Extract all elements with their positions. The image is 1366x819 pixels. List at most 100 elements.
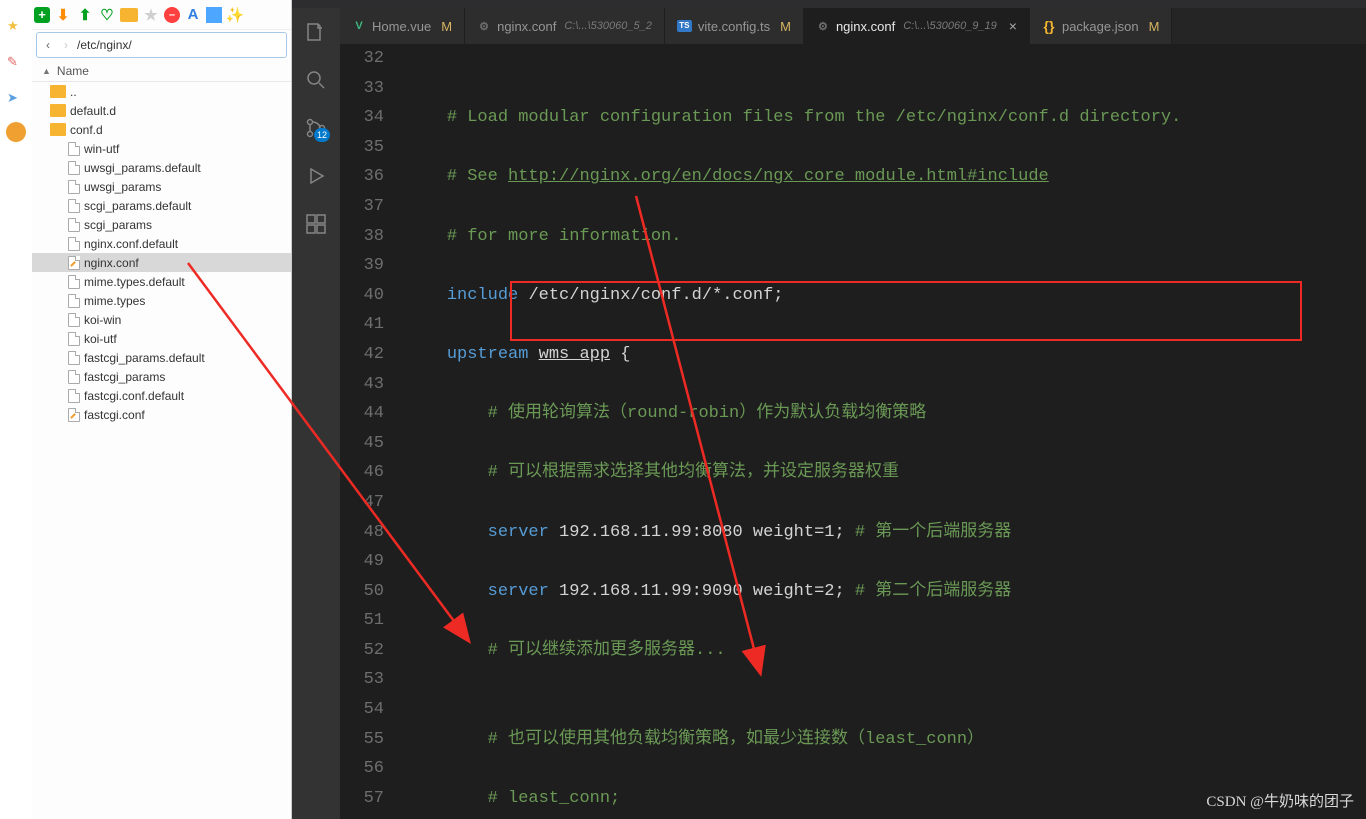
favorite-icon[interactable]: ★ xyxy=(142,6,160,24)
file-row[interactable]: fastcgi.conf xyxy=(32,405,291,424)
explorer-icon[interactable] xyxy=(304,20,328,44)
file-row[interactable]: .. xyxy=(32,82,291,101)
editor-tab[interactable]: {}package.jsonM xyxy=(1030,8,1172,44)
file-row[interactable]: scgi_params.default xyxy=(32,196,291,215)
line-gutter: 3233343536373839404142434445464748495051… xyxy=(340,44,406,819)
file-icon xyxy=(68,408,80,422)
folder-icon[interactable] xyxy=(120,8,138,22)
line-number: 44 xyxy=(340,399,384,429)
file-row[interactable]: uwsgi_params.default xyxy=(32,158,291,177)
column-name: Name xyxy=(57,64,89,78)
line-number: 36 xyxy=(340,162,384,192)
file-name: fastcgi_params.default xyxy=(84,351,205,365)
file-toolbar: + ⬇ ⬆ ♡ ★ – A ✨ xyxy=(32,0,291,30)
file-name: default.d xyxy=(70,104,116,118)
tab-path: C:\...\530060_9_19 xyxy=(903,20,997,32)
search-icon[interactable] xyxy=(304,68,328,92)
file-row[interactable]: koi-win xyxy=(32,310,291,329)
file-icon xyxy=(68,275,80,289)
file-icon xyxy=(68,180,80,194)
gear-icon: ⚙ xyxy=(816,19,830,33)
line-number: 45 xyxy=(340,429,384,459)
debug-icon[interactable] xyxy=(304,164,328,188)
refresh-icon[interactable]: ♡ xyxy=(98,6,116,24)
file-icon xyxy=(68,294,80,308)
file-name: koi-win xyxy=(84,313,121,327)
file-icon xyxy=(68,313,80,327)
folder-icon xyxy=(50,123,66,136)
file-icon xyxy=(68,256,80,270)
editor-tab[interactable]: ⚙nginx.confC:\...\530060_9_19× xyxy=(804,8,1030,44)
file-row[interactable]: conf.d xyxy=(32,120,291,139)
code-content[interactable]: # Load modular configuration files from … xyxy=(406,44,1366,819)
file-name: fastcgi.conf.default xyxy=(84,389,184,403)
upload-icon[interactable]: ⬆ xyxy=(76,6,94,24)
file-name: uwsgi_params xyxy=(84,180,161,194)
globe-icon[interactable] xyxy=(6,122,26,142)
folder-icon xyxy=(50,104,66,117)
file-name: .. xyxy=(70,85,77,99)
watermark: CSDN @牛奶味的团子 xyxy=(1206,790,1354,811)
file-row[interactable]: win-utf xyxy=(32,139,291,158)
extensions-icon[interactable] xyxy=(304,212,328,236)
file-row[interactable]: fastcgi.conf.default xyxy=(32,386,291,405)
code-editor[interactable]: 3233343536373839404142434445464748495051… xyxy=(340,44,1366,819)
download-icon[interactable]: ⬇ xyxy=(54,6,72,24)
back-arrow-icon[interactable]: ‹ xyxy=(41,38,55,52)
line-number: 46 xyxy=(340,458,384,488)
file-row[interactable]: scgi_params xyxy=(32,215,291,234)
wand-icon[interactable]: ✨ xyxy=(226,6,244,24)
line-number: 47 xyxy=(340,488,384,518)
tab-label: package.json xyxy=(1062,19,1139,34)
file-row[interactable]: fastcgi_params xyxy=(32,367,291,386)
tab-label: Home.vue xyxy=(372,19,431,34)
path-text: /etc/nginx/ xyxy=(77,38,132,52)
line-number: 33 xyxy=(340,74,384,104)
editor-tab[interactable]: VHome.vueM xyxy=(340,8,465,44)
file-row[interactable]: nginx.conf xyxy=(32,253,291,272)
file-tree[interactable]: .. default.d conf.dwin-utf uwsgi_params.def… xyxy=(32,82,291,819)
file-row[interactable]: mime.types xyxy=(32,291,291,310)
vue-icon: V xyxy=(352,19,366,33)
modified-indicator: M xyxy=(780,19,791,34)
line-number: 51 xyxy=(340,606,384,636)
path-input[interactable]: ‹ › /etc/nginx/ xyxy=(36,32,287,58)
file-icon xyxy=(68,370,80,384)
line-number: 40 xyxy=(340,281,384,311)
editor-tab[interactable]: TSvite.config.tsM xyxy=(665,8,804,44)
highlight-icon[interactable] xyxy=(206,7,222,23)
close-icon[interactable]: × xyxy=(1009,18,1017,34)
star-icon[interactable]: ★ xyxy=(7,18,25,36)
file-icon xyxy=(68,237,80,251)
source-control-icon[interactable]: 12 xyxy=(304,116,328,140)
file-icon xyxy=(68,332,80,346)
file-icon xyxy=(68,218,80,232)
file-row[interactable]: uwsgi_params xyxy=(32,177,291,196)
tab-path: C:\...\530060_5_2 xyxy=(564,20,651,32)
file-name: uwsgi_params.default xyxy=(84,161,201,175)
file-icon xyxy=(68,161,80,175)
file-row[interactable]: fastcgi_params.default xyxy=(32,348,291,367)
left-sidebar: ★ ✎ ➤ xyxy=(0,0,32,819)
file-name: nginx.conf.default xyxy=(84,237,178,251)
file-name: mime.types.default xyxy=(84,275,185,289)
column-header[interactable]: ▲ Name xyxy=(32,60,291,82)
editor-tab[interactable]: ⚙nginx.confC:\...\530060_5_2 xyxy=(465,8,665,44)
new-icon[interactable]: + xyxy=(34,7,50,23)
delete-icon[interactable]: – xyxy=(164,7,180,23)
file-row[interactable]: koi-utf xyxy=(32,329,291,348)
menu-bar[interactable] xyxy=(292,0,1366,8)
file-name: scgi_params xyxy=(84,218,152,232)
activity-bar: 12 xyxy=(292,8,340,819)
file-explorer-panel: ★ ✎ ➤ + ⬇ ⬆ ♡ ★ – A ✨ ‹ › /etc/nginx/ ▲ … xyxy=(0,0,292,819)
line-number: 48 xyxy=(340,518,384,548)
forward-arrow-icon[interactable]: › xyxy=(59,38,73,52)
pencil-icon[interactable]: ✎ xyxy=(7,54,25,72)
line-number: 43 xyxy=(340,370,384,400)
gear-icon: ⚙ xyxy=(477,19,491,33)
file-row[interactable]: default.d xyxy=(32,101,291,120)
font-icon[interactable]: A xyxy=(184,6,202,24)
file-row[interactable]: mime.types.default xyxy=(32,272,291,291)
file-row[interactable]: nginx.conf.default xyxy=(32,234,291,253)
send-icon[interactable]: ➤ xyxy=(7,90,25,108)
